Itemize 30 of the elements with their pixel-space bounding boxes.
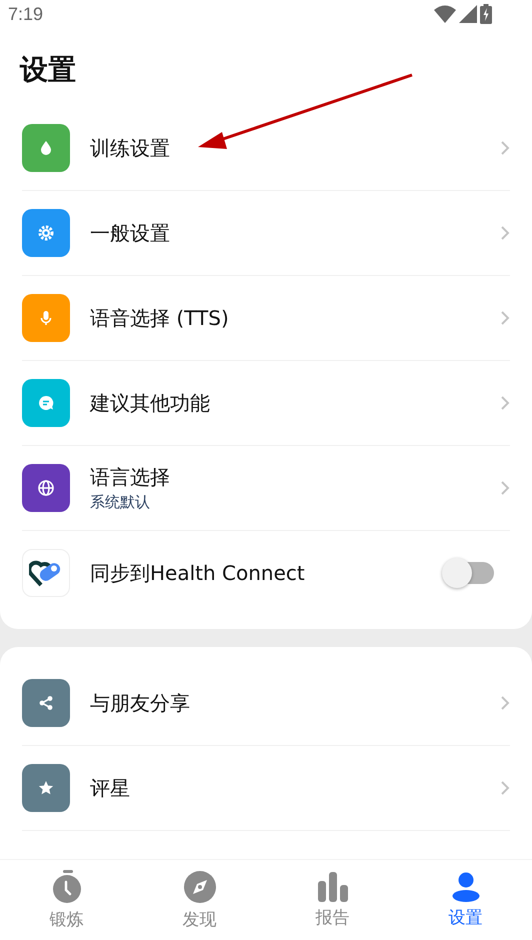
settings-item[interactable]: 评星 <box>90 774 480 802</box>
page-title: 设置 <box>18 52 77 88</box>
settings-item[interactable]: 建议其他功能 <box>90 390 480 416</box>
battery-icon <box>480 4 492 24</box>
chevron-icon <box>500 695 510 711</box>
person-icon <box>452 872 480 902</box>
item-subtitle: 系统默认 <box>90 493 151 512</box>
chevron-icon <box>500 225 510 241</box>
wifi-icon <box>434 5 456 23</box>
compass-icon <box>182 870 216 904</box>
status-time: 7:19 <box>8 4 44 24</box>
signal-icon <box>459 5 477 23</box>
settings-item[interactable]: 语音选择 (TTS) <box>90 304 480 332</box>
settings-item[interactable]: 训练设置 <box>90 134 480 162</box>
chevron-icon <box>500 140 510 156</box>
chevron-icon <box>500 780 510 796</box>
heart-link-icon <box>22 549 70 597</box>
nav-tab[interactable]: 设置 <box>399 860 532 940</box>
chevron-icon <box>500 310 510 326</box>
stopwatch-icon <box>50 870 82 904</box>
settings-item[interactable]: 同步到Health Connect <box>90 560 426 586</box>
settings-item[interactable]: 语言选择 <box>90 464 480 491</box>
nav-tab[interactable]: 报告 <box>266 860 399 940</box>
settings-item[interactable]: 一般设置 <box>90 220 480 246</box>
bar-chart-icon <box>316 872 348 902</box>
settings-item[interactable]: 与朋友分享 <box>90 690 480 716</box>
chevron-icon <box>500 480 510 496</box>
chevron-icon <box>500 395 510 411</box>
nav-tab[interactable]: 锻炼 <box>0 860 133 940</box>
nav-tab[interactable]: 发现 <box>133 860 266 940</box>
